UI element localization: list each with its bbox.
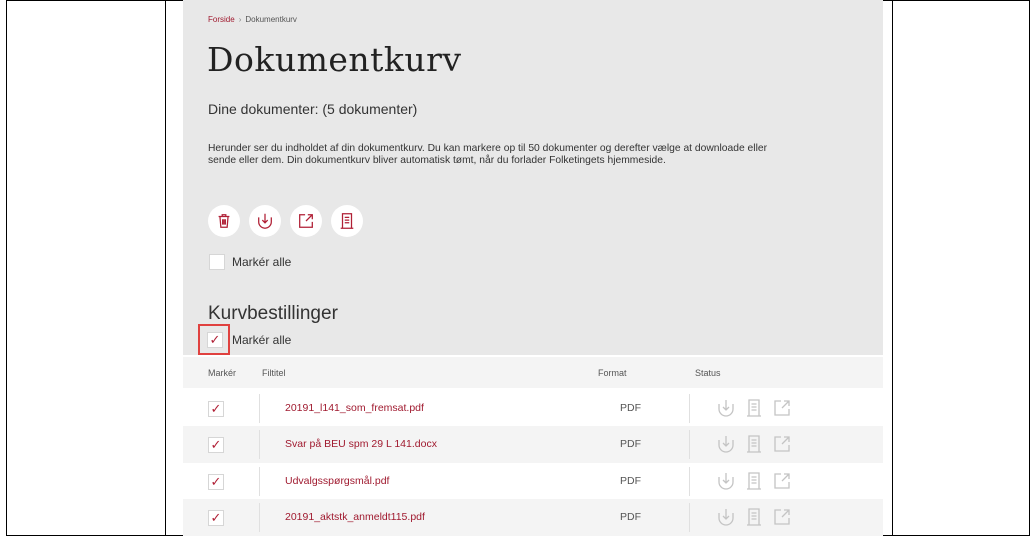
share-icon[interactable] <box>772 471 792 491</box>
table-row: ✓ 20191_l141_som_fremsat.pdf PDF <box>183 390 883 427</box>
row-status-actions <box>716 507 792 527</box>
document-icon[interactable] <box>744 398 764 418</box>
basket-description: Herunder ser du indholdet af din dokumen… <box>208 143 868 167</box>
orders-heading: Kurvbestillinger <box>208 303 338 324</box>
table-row: ✓ Svar på BEU spm 29 L 141.docx PDF <box>183 426 883 463</box>
select-all-orders-checkbox[interactable]: ✓ <box>207 332 223 348</box>
row-checkbox[interactable]: ✓ <box>208 437 224 453</box>
select-all-orders-label: Markér alle <box>232 333 292 347</box>
orders-table-header: Markér Filtitel Format Status <box>183 357 883 388</box>
document-icon[interactable] <box>744 471 764 491</box>
breadcrumb-separator: › <box>238 15 242 24</box>
column-header-format: Format <box>598 368 627 378</box>
download-icon[interactable] <box>716 398 736 418</box>
file-link[interactable]: 20191_l141_som_fremsat.pdf <box>285 402 424 414</box>
delete-button[interactable] <box>208 205 240 237</box>
download-icon <box>258 213 272 229</box>
document-icon[interactable] <box>744 507 764 527</box>
share-icon[interactable] <box>772 434 792 454</box>
share-icon[interactable] <box>772 507 792 527</box>
column-divider <box>259 467 260 496</box>
file-link[interactable]: Udvalgsspørgsmål.pdf <box>285 475 389 487</box>
row-checkbox[interactable]: ✓ <box>208 474 224 490</box>
share-button[interactable] <box>290 205 322 237</box>
file-format: PDF <box>620 511 641 523</box>
document-icon[interactable] <box>744 434 764 454</box>
basket-actions <box>208 205 363 237</box>
trash-icon <box>218 214 230 228</box>
breadcrumb-current: Dokumentkurv <box>245 15 297 24</box>
frame-right-divider <box>892 0 893 536</box>
column-divider <box>259 503 260 532</box>
file-format: PDF <box>620 475 641 487</box>
column-divider <box>689 467 690 496</box>
breadcrumb: Forside › Dokumentkurv <box>208 15 297 24</box>
column-divider <box>259 394 260 423</box>
column-header-mark: Markér <box>208 368 237 378</box>
column-divider <box>689 503 690 532</box>
frame-left-divider <box>165 0 166 536</box>
download-button[interactable] <box>249 205 281 237</box>
file-link[interactable]: Svar på BEU spm 29 L 141.docx <box>285 438 437 450</box>
document-count-heading: Dine dokumenter: (5 dokumenter) <box>208 101 418 117</box>
breadcrumb-home-link[interactable]: Forside <box>208 15 235 24</box>
column-divider <box>689 394 690 423</box>
download-icon[interactable] <box>716 507 736 527</box>
file-format: PDF <box>620 438 641 450</box>
download-icon[interactable] <box>716 471 736 491</box>
file-format: PDF <box>620 402 641 414</box>
column-header-status: Status <box>695 368 721 378</box>
page-title: Dokumentkurv <box>207 40 462 79</box>
row-status-actions <box>716 471 792 491</box>
table-row: ✓ Udvalgsspørgsmål.pdf PDF <box>183 463 883 500</box>
select-all-documents-checkbox[interactable] <box>209 254 225 270</box>
row-checkbox[interactable]: ✓ <box>208 510 224 526</box>
column-divider <box>259 430 260 459</box>
print-list-button[interactable] <box>331 205 363 237</box>
row-status-actions <box>716 398 792 418</box>
file-link[interactable]: 20191_aktstk_anmeldt115.pdf <box>285 511 425 523</box>
column-divider <box>689 430 690 459</box>
description-line-1: Herunder ser du indholdet af din dokumen… <box>208 143 768 154</box>
download-icon[interactable] <box>716 434 736 454</box>
select-all-documents-label: Markér alle <box>232 255 292 269</box>
row-status-actions <box>716 434 792 454</box>
description-line-2: sende eller dem. Din dokumentkurv bliver… <box>208 155 666 166</box>
table-row: ✓ 20191_aktstk_anmeldt115.pdf PDF <box>183 499 883 536</box>
document-icon <box>340 213 354 229</box>
share-icon <box>299 214 313 228</box>
row-checkbox[interactable]: ✓ <box>208 401 224 417</box>
column-header-title: Filtitel <box>262 368 286 378</box>
share-icon[interactable] <box>772 398 792 418</box>
